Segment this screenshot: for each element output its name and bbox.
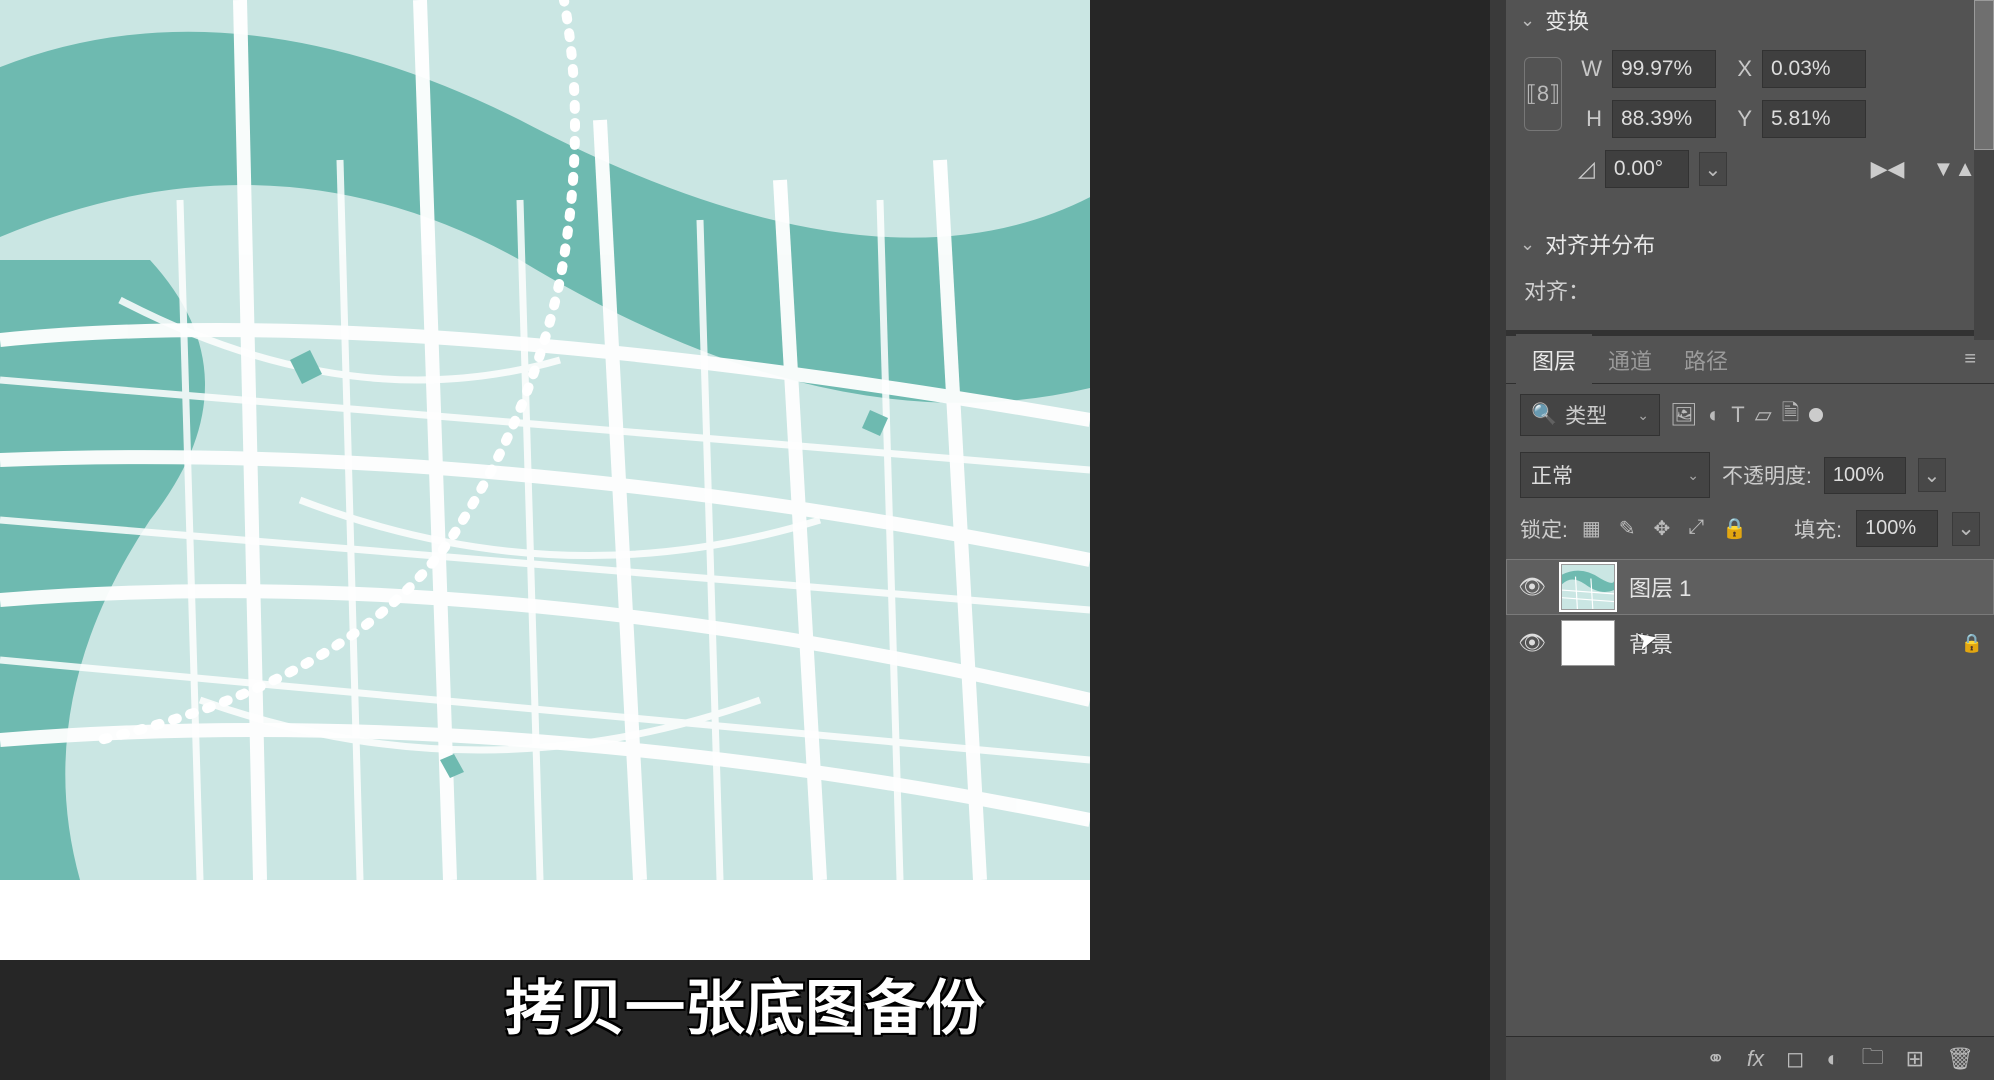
scrollbar-thumb[interactable] (1974, 0, 1994, 150)
opacity-dropdown[interactable]: ⌄ (1918, 458, 1946, 492)
width-input[interactable]: 99.97% (1612, 50, 1716, 88)
right-panels: ⌄ 变换 ⟦8⟧ W 99.97% X 0.03% H 88.39% Y 5.8… (1506, 0, 1994, 1080)
chevron-down-icon: ⌄ (1687, 467, 1699, 484)
h-label: H (1576, 106, 1602, 132)
fx-icon[interactable]: fx (1747, 1046, 1764, 1072)
document-canvas[interactable] (0, 0, 1090, 960)
align-section: 对齐： (1506, 264, 1994, 330)
y-label: Y (1726, 106, 1752, 132)
lock-label: 锁定: (1520, 514, 1568, 544)
lock-all-icon[interactable]: 🔒 (1722, 516, 1747, 541)
trash-icon[interactable]: 🗑 (1946, 1046, 1974, 1072)
filter-type-icon[interactable]: T (1731, 402, 1744, 428)
blend-row: 正常 ⌄ 不透明度: 100% ⌄ (1506, 446, 1994, 504)
visibility-eye-icon[interactable]: 👁 (1517, 574, 1547, 600)
opacity-input[interactable]: 100% (1824, 457, 1906, 494)
search-icon: 🔍 (1531, 403, 1557, 427)
transform-section: ⟦8⟧ W 99.97% X 0.03% H 88.39% Y 5.81% ◿ … (1506, 40, 1994, 206)
filter-smartobject-icon[interactable]: 🗎 (1782, 396, 1800, 434)
filter-toggle-icon[interactable] (1809, 408, 1823, 422)
fill-dropdown[interactable]: ⌄ (1952, 512, 1980, 546)
lock-pixels-icon[interactable]: ✎ (1619, 516, 1636, 541)
blend-mode-value: 正常 (1531, 460, 1573, 490)
x-label: X (1726, 56, 1752, 82)
flip-horizontal-icon[interactable]: ▶◀ (1871, 156, 1905, 182)
layer-filter-row: 🔍 类型 ⌄ 🖼 ◐ T ▱ 🗎 (1506, 384, 1994, 446)
opacity-label: 不透明度: (1722, 460, 1812, 490)
angle-input[interactable]: 0.00° (1605, 150, 1689, 188)
video-caption: 拷贝一张底图备份 (0, 960, 1490, 1047)
lock-artboard-icon[interactable]: ⤢ (1688, 516, 1704, 541)
height-input[interactable]: 88.39% (1612, 100, 1716, 138)
adjustment-layer-icon[interactable]: ◐ (1826, 1046, 1839, 1072)
chevron-down-icon: ⌄ (1520, 10, 1535, 31)
link-wh-icon[interactable]: ⟦8⟧ (1524, 57, 1562, 131)
link-layers-icon[interactable]: ⚭ (1706, 1046, 1724, 1072)
layer-thumbnail[interactable] (1561, 564, 1615, 610)
visibility-eye-icon[interactable]: 👁 (1517, 630, 1547, 656)
layer-list: 👁 图层 1 👁 背景 🔒 (1506, 559, 1994, 671)
filter-adjustment-icon[interactable]: ◐ (1708, 402, 1721, 428)
filter-pixel-icon[interactable]: 🖼 (1670, 402, 1698, 428)
blend-mode-select[interactable]: 正常 ⌄ (1520, 452, 1710, 498)
chevron-down-icon: ⌄ (1520, 234, 1535, 255)
canvas-area[interactable]: 拷贝一张底图备份 (0, 0, 1490, 1080)
tab-channels[interactable]: 通道 (1592, 334, 1668, 386)
new-layer-icon[interactable]: ⊞ (1906, 1046, 1924, 1072)
transform-section-header[interactable]: ⌄ 变换 (1506, 0, 1994, 40)
angle-icon: ◿ (1578, 156, 1595, 182)
layers-panel: 图层 通道 路径 ≡ 🔍 类型 ⌄ 🖼 ◐ T ▱ 🗎 正常 ⌄ 不透明度: 1 (1506, 336, 1994, 671)
group-icon[interactable]: 🗀 (1862, 1040, 1884, 1078)
chevron-down-icon: ⌄ (1637, 407, 1649, 424)
panel-tabs: 图层 通道 路径 ≡ (1506, 336, 1994, 384)
tab-layers[interactable]: 图层 (1516, 334, 1592, 386)
map-image (0, 0, 1090, 880)
mask-icon[interactable]: ◻ (1786, 1046, 1804, 1072)
lock-transparency-icon[interactable]: ▦ (1582, 516, 1601, 541)
align-title: 对齐并分布 (1545, 228, 1655, 260)
x-input[interactable]: 0.03% (1762, 50, 1866, 88)
lock-row: 锁定: ▦ ✎ ✥ ⤢ 🔒 填充: 100% ⌄ (1506, 504, 1994, 553)
filter-shape-icon[interactable]: ▱ (1755, 402, 1772, 428)
layer-thumbnail[interactable] (1561, 620, 1615, 666)
transform-title: 变换 (1545, 4, 1589, 36)
y-input[interactable]: 5.81% (1762, 100, 1866, 138)
panel-menu-icon[interactable]: ≡ (1956, 348, 1984, 371)
lock-icon: 🔒 (1961, 633, 1983, 654)
layer-name[interactable]: 图层 1 (1629, 571, 1691, 603)
properties-scrollbar[interactable] (1974, 0, 1994, 340)
layer-item-background[interactable]: 👁 背景 🔒 (1506, 615, 1994, 671)
lock-position-icon[interactable]: ✥ (1654, 516, 1671, 541)
fill-label: 填充: (1794, 514, 1842, 544)
tab-paths[interactable]: 路径 (1668, 334, 1744, 386)
align-section-header[interactable]: ⌄ 对齐并分布 (1506, 224, 1994, 264)
filter-kind-select[interactable]: 🔍 类型 ⌄ (1520, 394, 1660, 436)
layer-item-1[interactable]: 👁 图层 1 (1506, 559, 1994, 615)
filter-kind-label: 类型 (1565, 400, 1607, 430)
fill-input[interactable]: 100% (1856, 510, 1938, 547)
align-label: 对齐： (1524, 279, 1590, 304)
angle-dropdown[interactable]: ⌄ (1699, 152, 1727, 186)
flip-vertical-icon[interactable]: ▼▲ (1932, 156, 1976, 182)
w-label: W (1576, 56, 1602, 82)
layers-bottom-bar: ⚭ fx ◻ ◐ 🗀 ⊞ 🗑 (1506, 1036, 1994, 1080)
